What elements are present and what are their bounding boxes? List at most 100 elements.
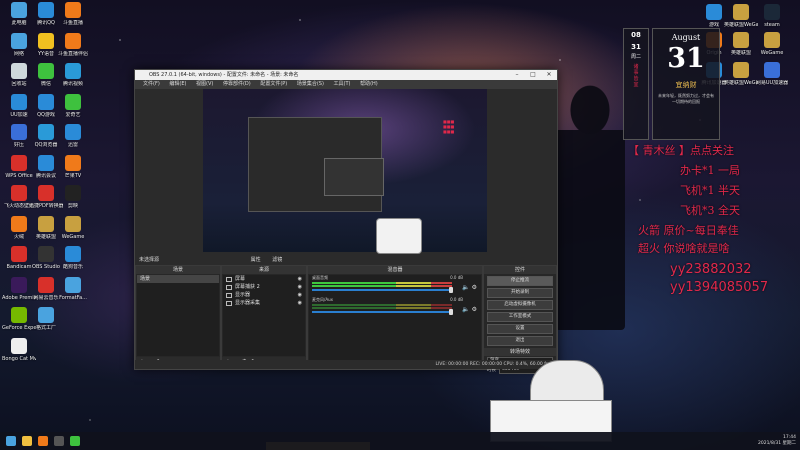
app-icon	[38, 246, 54, 262]
desktop-icon[interactable]: 斗鱼直播伴侣	[56, 32, 90, 57]
visibility-eye-icon[interactable]: ◉	[298, 291, 302, 299]
obs-title-bar[interactable]: OBS 27.0.1 (64-bit, windows) - 配置文件: 未命名…	[135, 70, 557, 80]
volume-slider[interactable]	[312, 311, 450, 313]
source-label: 屏幕	[235, 276, 246, 282]
desktop-icon-label: 爱奇艺	[65, 111, 81, 118]
source-item[interactable]: 显示器 ◉	[223, 291, 305, 299]
app-icon	[38, 215, 54, 232]
desktop-icon-label: 剪映	[67, 203, 78, 209]
visibility-eye-icon[interactable]: ◉	[298, 283, 302, 291]
filters-button[interactable]: 滤镜	[272, 257, 282, 263]
desktop-icon-label: 英雄联盟WeGame	[724, 22, 758, 28]
desktop-icon[interactable]: WeGame	[56, 215, 90, 240]
controls-dock-title: 控件	[484, 266, 556, 274]
mixer-dock: 混音器 桌面音频 0.0 dB 🔈 ⚙ 麦克风/Aux 0.0 dB 🔈 ⚙	[307, 265, 483, 369]
stop-streaming-button[interactable]: 停止推流	[487, 276, 553, 286]
app-icon	[38, 32, 54, 49]
source-toolbar: 未选择源 属性 滤镜	[135, 255, 557, 265]
volume-slider-knob[interactable]	[449, 287, 453, 293]
settings-button[interactable]: 设置	[487, 324, 553, 334]
speaker-icon[interactable]: 🔈	[462, 284, 469, 291]
app-icon	[11, 93, 27, 110]
channel-name: 麦克风/Aux	[312, 297, 333, 302]
menu-profile[interactable]: 配置文件(P)	[260, 81, 287, 87]
desktop-icon[interactable]: 斗鱼直播	[56, 2, 90, 26]
desktop-icon-label: Bongo Cat Mver.exe	[2, 355, 36, 362]
properties-button[interactable]: 属性	[251, 257, 261, 263]
preview-nested-window	[248, 117, 384, 212]
visibility-eye-icon[interactable]: ◉	[298, 299, 302, 307]
app-icon	[65, 246, 81, 262]
visibility-eye-icon[interactable]: ◉	[298, 275, 302, 283]
obs-preview[interactable]: ■■■ ■■■ ■■■	[203, 89, 487, 252]
studio-mode-button[interactable]: 工作室模式	[487, 312, 553, 322]
app-icon	[733, 32, 749, 48]
start-recording-button[interactable]: 开始录制	[487, 288, 553, 298]
calendar-month-number: 08	[631, 31, 641, 39]
maximize-icon[interactable]: □	[525, 70, 541, 80]
tray-date[interactable]: 2021/8/31 星期二	[758, 441, 796, 447]
menu-tools[interactable]: 工具(T)	[334, 81, 351, 87]
desktop-icon[interactable]: 英雄联盟	[724, 32, 758, 56]
app-icon	[38, 185, 54, 201]
desktop-icon[interactable]: 英雄联盟WeGame	[724, 4, 758, 28]
app-icon	[38, 276, 54, 293]
audio-meter	[312, 307, 452, 309]
desktop-icon[interactable]: FormatFa...	[56, 276, 90, 301]
menu-scene-collection[interactable]: 场景集合(S)	[297, 81, 324, 87]
menu-view[interactable]: 视图(V)	[196, 81, 213, 87]
no-source-label: 未选择源	[139, 257, 160, 263]
app-icon	[65, 32, 81, 49]
desktop-icon[interactable]: 酷狗音乐	[56, 246, 90, 270]
menu-help[interactable]: 帮助(H)	[360, 81, 378, 87]
desktop-icon[interactable]: 迅雷	[56, 124, 90, 148]
system-tray: 17:44 2021/8/31 星期二	[758, 435, 796, 447]
gear-icon[interactable]: ⚙	[472, 284, 477, 291]
desktop-icon[interactable]: 网易UU加速器	[755, 62, 789, 86]
app-icon	[764, 32, 780, 48]
source-item[interactable]: 屏幕捕获 2 ◉	[223, 283, 305, 291]
source-item[interactable]: 显示器采集 ◉	[223, 299, 305, 307]
menu-docks[interactable]: 停靠部件(D)	[223, 81, 251, 87]
app-icon	[38, 124, 54, 140]
sources-dock: 来源 屏幕◉ 屏幕捕获 2◉ 显示器◉ 显示器采集◉ + − ⚙ ⌃ ⌄	[221, 265, 307, 369]
menu-edit[interactable]: 编辑(E)	[169, 81, 186, 87]
taskbar: 17:44 2021/8/31 星期二	[0, 432, 800, 450]
desktop-icon[interactable]: WeGame	[755, 32, 789, 56]
display-source-icon	[226, 292, 232, 298]
app-icon	[11, 2, 27, 18]
close-icon[interactable]: ✕	[541, 70, 557, 80]
app-icon	[38, 154, 54, 171]
volume-slider-knob[interactable]	[449, 309, 453, 315]
app-icon	[11, 276, 27, 293]
scene-item[interactable]: 场景	[137, 275, 219, 283]
calendar-vertical-text: 诸事皆宜	[633, 64, 639, 88]
windows-start-icon[interactable]	[6, 436, 16, 446]
volume-slider[interactable]	[312, 289, 450, 291]
wechat-icon[interactable]	[70, 436, 80, 446]
source-item[interactable]: 屏幕 ◉	[223, 275, 305, 283]
desktop-icon[interactable]: 芒果TV	[56, 154, 90, 179]
douyu-icon[interactable]	[38, 436, 48, 446]
desktop-icon-label: WeGame	[61, 233, 85, 240]
desktop-icon[interactable]: 格式工厂	[29, 307, 63, 331]
exit-button[interactable]: 退出	[487, 336, 553, 346]
speaker-icon[interactable]: 🔈	[462, 306, 469, 313]
audio-meter	[312, 304, 452, 306]
desktop-icon-label: 格式工厂	[35, 325, 56, 331]
start-virtual-camera-button[interactable]: 启动虚拟摄像机	[487, 300, 553, 310]
desktop-icon[interactable]: 腾讯视频	[56, 63, 90, 87]
minimize-icon[interactable]: –	[509, 70, 525, 80]
obs-window[interactable]: OBS 27.0.1 (64-bit, windows) - 配置文件: 未命名…	[134, 69, 558, 374]
app-icon	[38, 307, 54, 323]
file-explorer-icon[interactable]	[22, 436, 32, 446]
desktop-icon[interactable]: steam	[755, 4, 789, 28]
gear-icon[interactable]: ⚙	[472, 306, 477, 313]
desktop-icon[interactable]: 爱奇艺	[56, 93, 90, 118]
menu-file[interactable]: 文件(F)	[143, 81, 160, 87]
desktop-icon-label: WeGame	[760, 50, 784, 56]
desktop-icon[interactable]: Bongo Cat Mver.exe	[2, 337, 36, 362]
desktop-icon[interactable]: 剪映	[56, 185, 90, 209]
overlay-gift-line-2: 飞机*1 半天	[680, 184, 740, 197]
obs-icon[interactable]	[54, 436, 64, 446]
